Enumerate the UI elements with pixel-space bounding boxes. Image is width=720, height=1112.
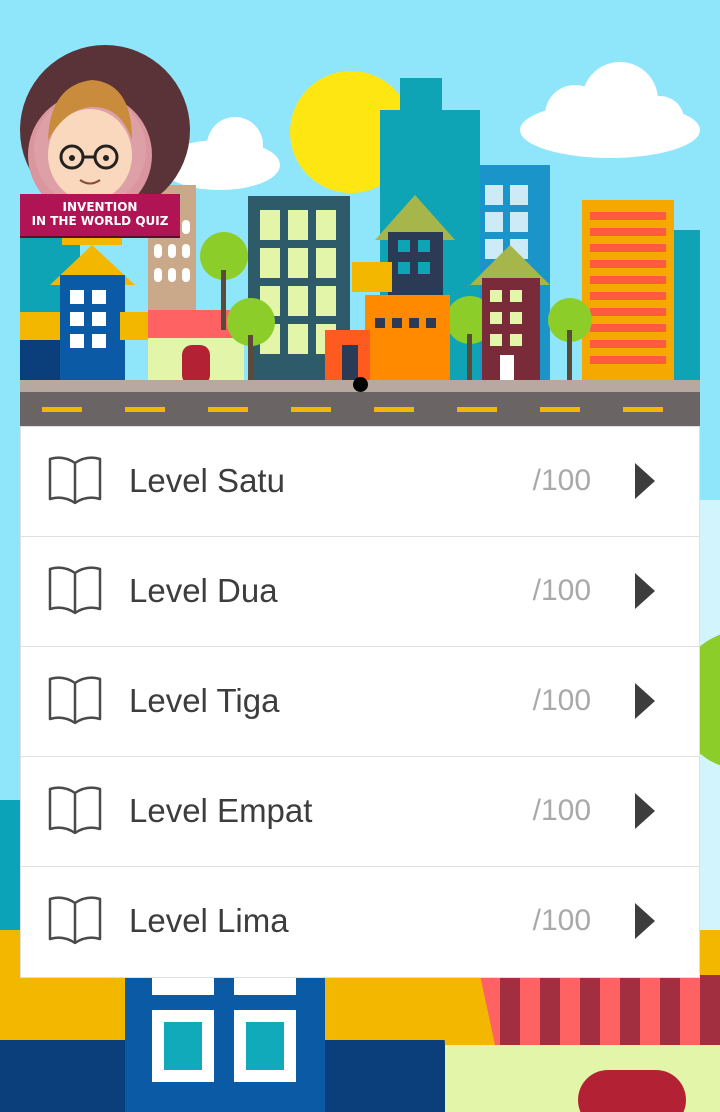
page-indicator-dot bbox=[353, 377, 368, 392]
book-icon bbox=[48, 896, 102, 945]
level-score: /100 bbox=[532, 794, 591, 827]
book-icon bbox=[48, 456, 102, 505]
logo-title-line2: IN THE WORLD QUIZ bbox=[31, 214, 169, 228]
level-label: Level Dua bbox=[129, 572, 278, 609]
level-label: Level Empat bbox=[129, 792, 313, 829]
level-label: Level Satu bbox=[129, 462, 285, 499]
level-list: Level Satu /100 Level Dua /100 Level Tig… bbox=[20, 426, 700, 978]
chevron-right-icon bbox=[635, 463, 655, 499]
level-label: Level Tiga bbox=[129, 682, 280, 719]
level-score: /100 bbox=[532, 904, 591, 937]
chevron-right-icon bbox=[635, 793, 655, 829]
level-item-satu[interactable]: Level Satu /100 bbox=[21, 427, 699, 537]
level-item-tiga[interactable]: Level Tiga /100 bbox=[21, 647, 699, 757]
level-label: Level Lima bbox=[129, 902, 289, 939]
book-icon bbox=[48, 786, 102, 835]
level-score: /100 bbox=[532, 464, 591, 497]
chevron-right-icon bbox=[635, 683, 655, 719]
level-item-empat[interactable]: Level Empat /100 bbox=[21, 757, 699, 867]
book-icon bbox=[48, 676, 102, 725]
book-icon bbox=[48, 566, 102, 615]
app-logo-title: INVENTION IN THE WORLD QUIZ bbox=[20, 194, 180, 236]
chevron-right-icon bbox=[635, 903, 655, 939]
level-score: /100 bbox=[532, 574, 591, 607]
level-score: /100 bbox=[532, 684, 591, 717]
chevron-right-icon bbox=[635, 573, 655, 609]
level-item-dua[interactable]: Level Dua /100 bbox=[21, 537, 699, 647]
logo-title-line1: INVENTION bbox=[62, 200, 138, 214]
level-item-lima[interactable]: Level Lima /100 bbox=[21, 867, 699, 977]
